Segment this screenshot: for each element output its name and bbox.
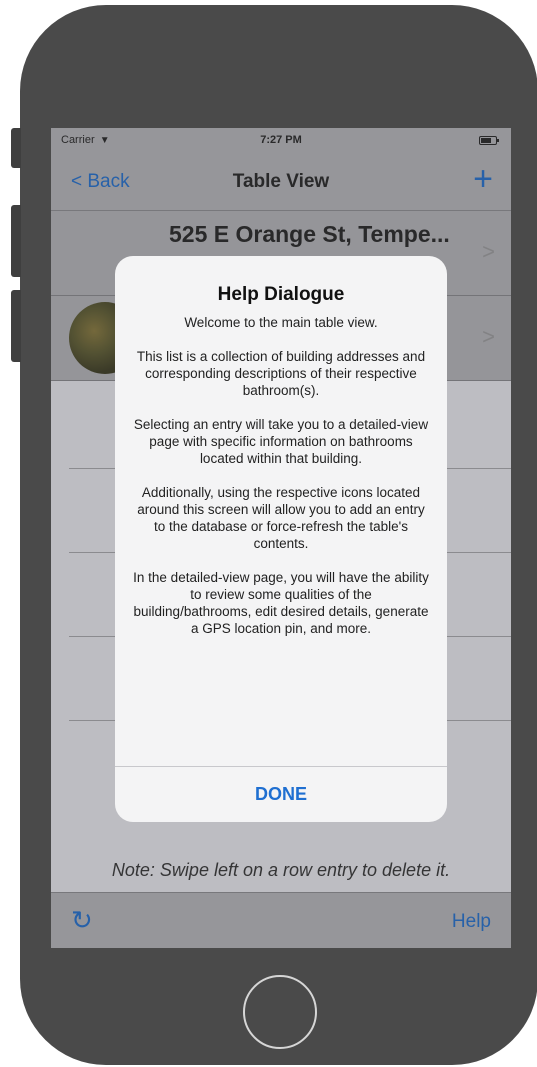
help-alert-dialog: Help Dialogue Welcome to the main table … <box>115 256 447 822</box>
mute-switch <box>11 128 21 168</box>
alert-title: Help Dialogue <box>217 284 345 305</box>
home-button[interactable] <box>243 975 317 1049</box>
device-screen: Carrier ▼ 7:27 PM < Back Table View + 52… <box>51 128 511 948</box>
volume-up-button <box>11 205 21 277</box>
alert-message: Welcome to the main table view. This lis… <box>133 315 429 636</box>
volume-down-button <box>11 290 21 362</box>
done-button[interactable]: DONE <box>115 767 447 822</box>
